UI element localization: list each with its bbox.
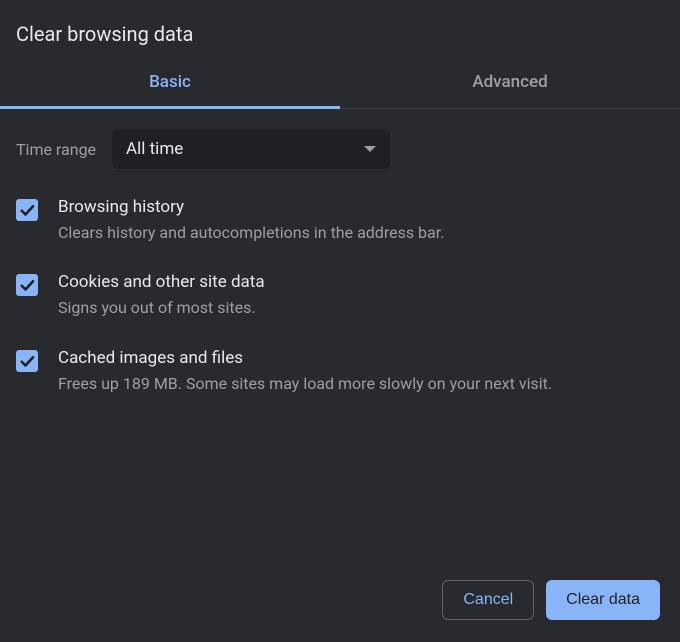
option-text: Cookies and other site data Signs you ou… [58,272,664,319]
time-range-value: All time [126,139,183,159]
clear-data-button-label: Clear data [566,591,640,608]
check-icon [18,352,36,370]
tab-bar: Basic Advanced [0,56,680,109]
option-text: Cached images and files Frees up 189 MB.… [58,348,664,395]
cancel-button-label: Cancel [463,591,513,608]
tab-advanced-label: Advanced [472,72,547,92]
option-desc-browsing-history: Clears history and autocompletions in th… [58,222,664,244]
tab-advanced[interactable]: Advanced [340,56,680,109]
check-icon [18,276,36,294]
dialog-footer: Cancel Clear data [0,562,680,642]
option-cookies: Cookies and other site data Signs you ou… [16,272,664,319]
time-range-row: Time range All time [16,129,664,169]
option-text: Browsing history Clears history and auto… [58,197,664,244]
clear-browsing-data-dialog: Clear browsing data Basic Advanced Time … [0,0,680,642]
option-cache: Cached images and files Frees up 189 MB.… [16,348,664,395]
dialog-title: Clear browsing data [0,0,680,56]
option-title-browsing-history: Browsing history [58,197,664,217]
option-title-cookies: Cookies and other site data [58,272,664,292]
time-range-select[interactable]: All time [112,129,390,169]
time-range-label: Time range [16,140,96,159]
cancel-button[interactable]: Cancel [442,580,534,620]
option-desc-cookies: Signs you out of most sites. [58,297,664,319]
checkbox-cookies[interactable] [16,274,38,296]
check-icon [18,201,36,219]
clear-data-button[interactable]: Clear data [546,580,660,620]
checkbox-browsing-history[interactable] [16,199,38,221]
checkbox-cache[interactable] [16,350,38,372]
option-desc-cache: Frees up 189 MB. Some sites may load mor… [58,373,664,395]
option-title-cache: Cached images and files [58,348,664,368]
chevron-down-icon [364,146,376,152]
tab-basic-label: Basic [149,72,191,92]
option-browsing-history: Browsing history Clears history and auto… [16,197,664,244]
dialog-content: Time range All time Browsing history Cle… [0,109,680,562]
tab-basic[interactable]: Basic [0,56,340,109]
